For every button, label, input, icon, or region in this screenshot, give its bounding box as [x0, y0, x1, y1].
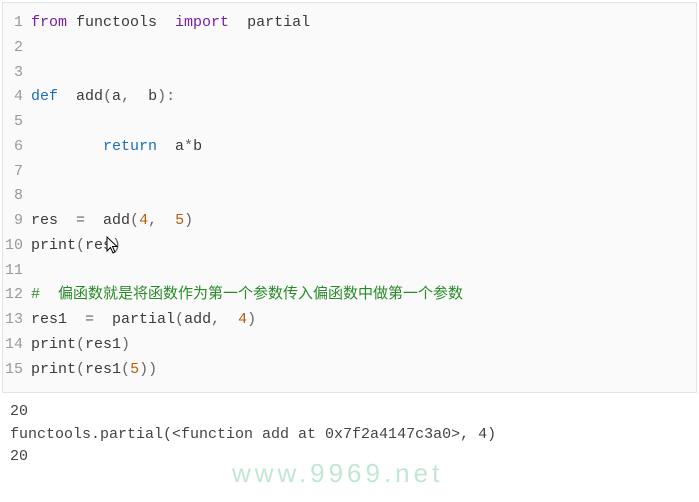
token-ident: add: [184, 311, 211, 328]
code-line[interactable]: 6 return a*b: [3, 135, 696, 160]
token-ident: b: [130, 88, 157, 105]
token-ident: print: [31, 336, 76, 353]
token-ident: a: [112, 88, 121, 105]
token-punct: (: [103, 88, 112, 105]
token-punct: ): [148, 361, 157, 378]
token-ident: res1: [31, 311, 85, 328]
code-editor[interactable]: 1from functools import partial234def add…: [2, 2, 697, 393]
code-line[interactable]: 11: [3, 259, 696, 284]
token-ident: [31, 138, 103, 155]
token-kw-def: def: [31, 88, 58, 105]
code-content[interactable]: print(res): [31, 234, 696, 259]
token-ident: [220, 311, 238, 328]
token-ident: [157, 212, 175, 229]
code-content[interactable]: print(res1): [31, 333, 696, 358]
code-content[interactable]: print(res1(5)): [31, 358, 696, 383]
token-punct: ): [247, 311, 256, 328]
output-line: 20: [10, 401, 689, 424]
line-number: 4: [3, 85, 31, 110]
line-number: 1: [3, 11, 31, 36]
code-line[interactable]: 7: [3, 160, 696, 185]
token-comment: # 偏函数就是将函数作为第一个参数传入偏函数中做第一个参数: [31, 286, 463, 303]
code-line[interactable]: 5: [3, 110, 696, 135]
token-punct: (: [175, 311, 184, 328]
token-ident: functools: [67, 14, 175, 31]
code-line[interactable]: 4def add(a, b):: [3, 85, 696, 110]
code-content[interactable]: from functools import partial: [31, 11, 696, 36]
code-line[interactable]: 9res = add(4, 5): [3, 209, 696, 234]
output-line: 20: [10, 446, 689, 469]
line-number: 6: [3, 135, 31, 160]
token-ident: b: [193, 138, 202, 155]
code-line[interactable]: 15print(res1(5)): [3, 358, 696, 383]
token-punct: (: [121, 361, 130, 378]
token-ident: res: [31, 212, 76, 229]
token-ident: partial: [229, 14, 310, 31]
code-line[interactable]: 12# 偏函数就是将函数作为第一个参数传入偏函数中做第一个参数: [3, 283, 696, 308]
code-line[interactable]: 1from functools import partial: [3, 11, 696, 36]
code-line[interactable]: 13res1 = partial(add, 4): [3, 308, 696, 333]
code-line[interactable]: 8: [3, 184, 696, 209]
line-number: 14: [3, 333, 31, 358]
token-str-num: 5: [130, 361, 139, 378]
token-ident: print: [31, 361, 76, 378]
output-line: functools.partial(<function add at 0x7f2…: [10, 424, 689, 447]
token-ident: res1: [85, 336, 121, 353]
line-number: 11: [3, 259, 31, 284]
line-number: 7: [3, 160, 31, 185]
token-ident: print: [31, 237, 76, 254]
token-punct: ): [184, 212, 193, 229]
code-content[interactable]: return a*b: [31, 135, 696, 160]
line-number: 13: [3, 308, 31, 333]
line-number: 3: [3, 61, 31, 86]
token-ident: add: [58, 88, 103, 105]
code-content[interactable]: def add(a, b):: [31, 85, 696, 110]
token-str-num: 5: [175, 212, 184, 229]
line-number: 10: [3, 234, 31, 259]
line-number: 15: [3, 358, 31, 383]
token-kw-def: return: [103, 138, 157, 155]
token-punct: ): [157, 88, 166, 105]
code-content[interactable]: # 偏函数就是将函数作为第一个参数传入偏函数中做第一个参数: [31, 283, 696, 308]
line-number: 8: [3, 184, 31, 209]
token-punct: (: [76, 336, 85, 353]
token-punct: ): [112, 237, 121, 254]
token-ident: add: [85, 212, 130, 229]
token-punct: ,: [148, 212, 157, 229]
token-str-num: 4: [139, 212, 148, 229]
token-ident: res: [85, 237, 112, 254]
token-ident: res1: [85, 361, 121, 378]
token-punct: ,: [121, 88, 130, 105]
token-punct: ): [121, 336, 130, 353]
token-ident: partial: [94, 311, 175, 328]
token-punct: =: [76, 212, 85, 229]
line-number: 12: [3, 283, 31, 308]
token-punct: (: [76, 361, 85, 378]
code-line[interactable]: 2: [3, 36, 696, 61]
token-str-num: 4: [238, 311, 247, 328]
code-content[interactable]: res = add(4, 5): [31, 209, 696, 234]
code-content[interactable]: res1 = partial(add, 4): [31, 308, 696, 333]
token-punct: (: [76, 237, 85, 254]
code-line[interactable]: 3: [3, 61, 696, 86]
token-punct: ,: [211, 311, 220, 328]
line-number: 9: [3, 209, 31, 234]
line-number: 5: [3, 110, 31, 135]
token-punct: (: [130, 212, 139, 229]
output-panel: 20functools.partial(<function add at 0x7…: [0, 395, 699, 469]
token-punct: =: [85, 311, 94, 328]
token-ident: a: [157, 138, 184, 155]
token-kw-import: from: [31, 14, 67, 31]
line-number: 2: [3, 36, 31, 61]
code-line[interactable]: 10print(res): [3, 234, 696, 259]
code-line[interactable]: 14print(res1): [3, 333, 696, 358]
token-punct: :: [166, 88, 175, 105]
token-kw-import: import: [175, 14, 229, 31]
token-punct: *: [184, 138, 193, 155]
token-punct: ): [139, 361, 148, 378]
